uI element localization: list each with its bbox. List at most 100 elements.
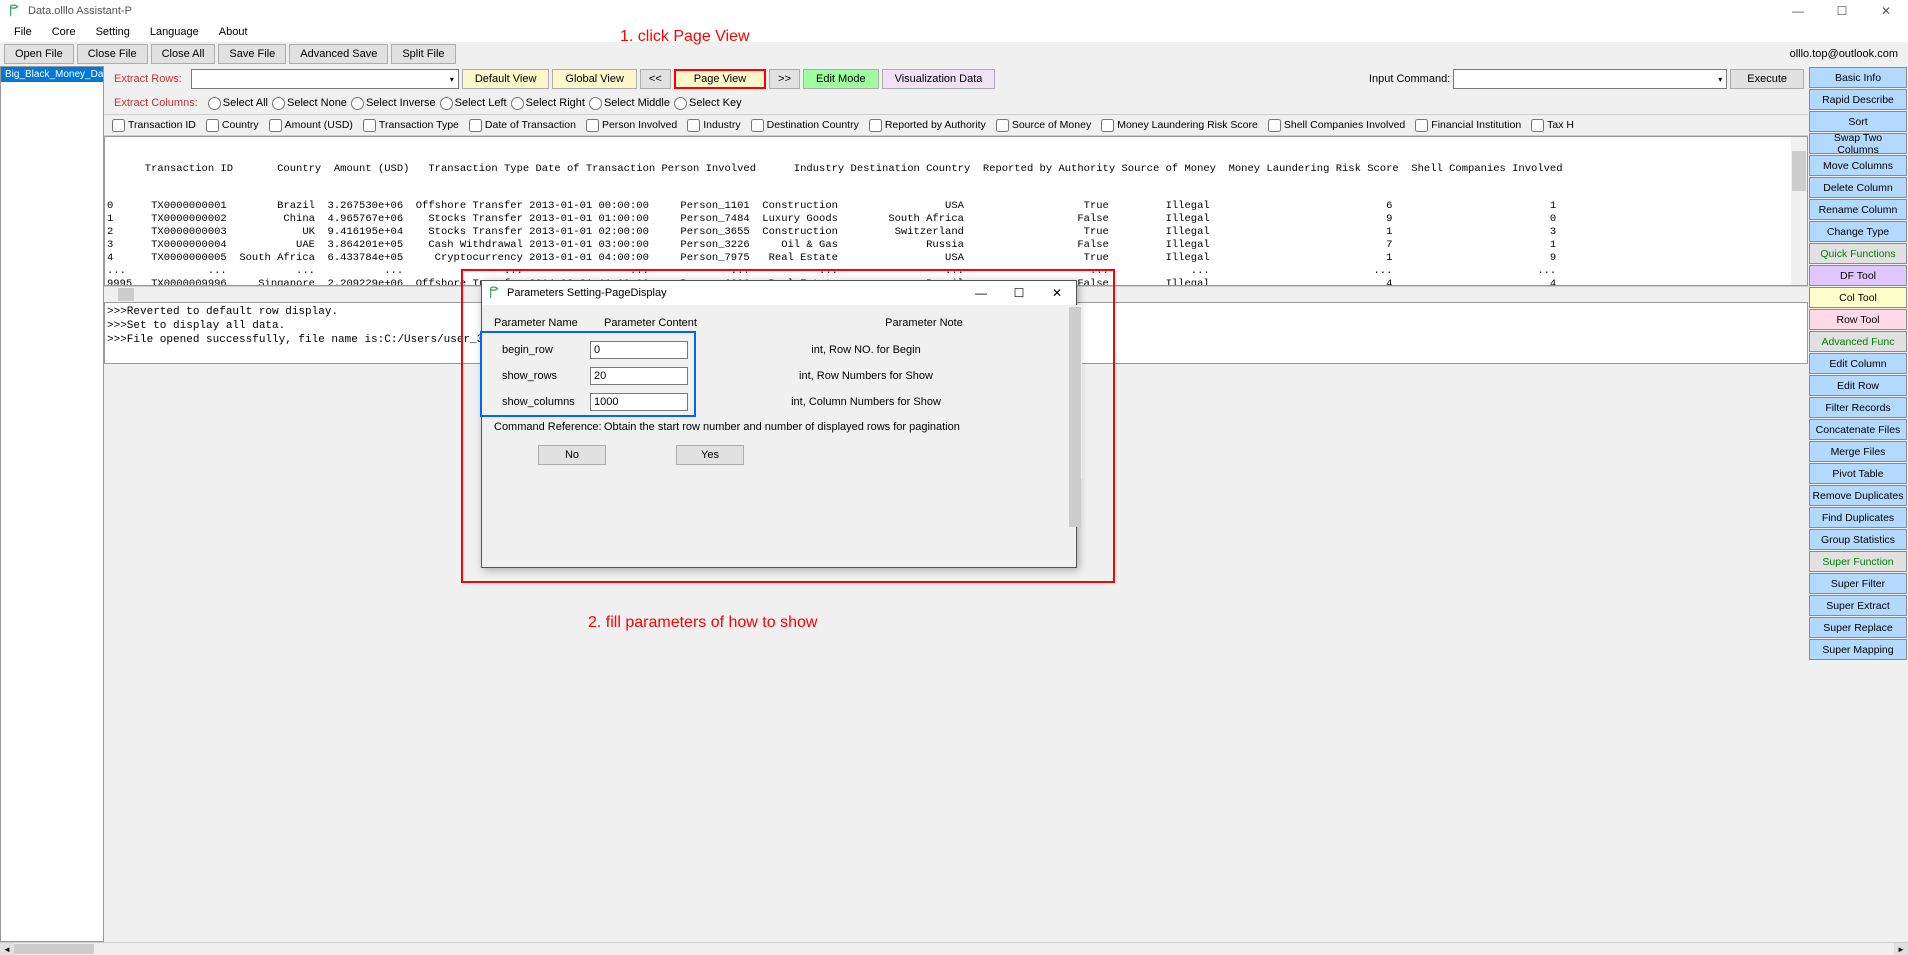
file-list-item[interactable]: Big_Black_Money_Data xyxy=(1,67,103,82)
radio-select-left[interactable]: Select Left xyxy=(440,97,507,110)
right-panel-button[interactable]: Advanced Func xyxy=(1809,331,1907,352)
open-file-button[interactable]: Open File xyxy=(4,44,74,64)
right-panel-button[interactable]: Pivot Table xyxy=(1809,463,1907,484)
save-file-button[interactable]: Save File xyxy=(218,44,286,64)
extract-columns-label[interactable]: Extract Columns: xyxy=(108,97,204,109)
dialog-maximize-button[interactable]: ☐ xyxy=(1000,281,1038,305)
dialog-no-button[interactable]: No xyxy=(538,445,606,465)
radio-select-middle[interactable]: Select Middle xyxy=(589,97,670,110)
column-checkbox[interactable]: Money Laundering Risk Score xyxy=(1097,119,1262,132)
column-checkbox[interactable]: Amount (USD) xyxy=(265,119,357,132)
scroll-right-arrow-icon[interactable]: ► xyxy=(1894,943,1908,955)
right-panel-button[interactable]: Remove Duplicates xyxy=(1809,485,1907,506)
right-panel-button[interactable]: Rename Column xyxy=(1809,199,1907,220)
radio-select-all[interactable]: Select All xyxy=(208,97,268,110)
window-horizontal-scrollbar[interactable]: ◄ ► xyxy=(0,942,1908,954)
right-panel-button[interactable]: Move Columns xyxy=(1809,155,1907,176)
close-all-button[interactable]: Close All xyxy=(151,44,216,64)
column-checkbox[interactable]: Transaction ID xyxy=(108,119,200,132)
right-panel-button[interactable]: Basic Info xyxy=(1809,67,1907,88)
column-checkbox[interactable]: Shell Companies Involved xyxy=(1264,119,1409,132)
right-panel-button[interactable]: Group Statistics xyxy=(1809,529,1907,550)
close-button[interactable]: ✕ xyxy=(1864,0,1908,22)
right-panel-button[interactable]: Super Mapping xyxy=(1809,639,1907,660)
param-label: show_rows xyxy=(494,370,590,382)
minimize-button[interactable]: — xyxy=(1776,0,1820,22)
close-file-button[interactable]: Close File xyxy=(77,44,148,64)
extract-rows-combo[interactable]: ▾ xyxy=(191,69,459,89)
default-view-button[interactable]: Default View xyxy=(462,69,550,89)
right-panel-button[interactable]: Delete Column xyxy=(1809,177,1907,198)
column-checkbox[interactable]: Country xyxy=(202,119,263,132)
param-input[interactable] xyxy=(590,341,688,359)
menubar: File Core Setting Language About xyxy=(0,22,1908,42)
menu-core[interactable]: Core xyxy=(44,24,84,40)
visualization-data-button[interactable]: Visualization Data xyxy=(882,69,996,89)
next-page-button[interactable]: >> xyxy=(769,69,800,89)
command-input[interactable]: ▾ xyxy=(1453,69,1727,89)
param-input[interactable] xyxy=(590,393,688,411)
right-panel-button[interactable]: DF Tool xyxy=(1809,265,1907,286)
radio-select-inverse[interactable]: Select Inverse xyxy=(351,97,436,110)
right-panel-button[interactable]: Col Tool xyxy=(1809,287,1907,308)
right-panel-button[interactable]: Super Function xyxy=(1809,551,1907,572)
dialog-minimize-button[interactable]: — xyxy=(962,281,1000,305)
right-panel-button[interactable]: Edit Column xyxy=(1809,353,1907,374)
menu-language[interactable]: Language xyxy=(142,24,207,40)
table-row: 4 TX0000000005 South Africa 6.433784e+05… xyxy=(107,252,1805,265)
vertical-scrollbar[interactable] xyxy=(1791,137,1807,285)
right-panel-button[interactable]: Merge Files xyxy=(1809,441,1907,462)
right-panel-button[interactable]: Row Tool xyxy=(1809,309,1907,330)
column-checkbox[interactable]: Industry xyxy=(683,119,744,132)
file-list-panel: Big_Black_Money_Data xyxy=(0,66,104,942)
right-panel-button[interactable]: Rapid Describe xyxy=(1809,89,1907,110)
right-panel-button[interactable]: Edit Row xyxy=(1809,375,1907,396)
input-command-label: Input Command: xyxy=(1369,73,1450,85)
dialog-scrollbar[interactable] xyxy=(1068,305,1082,479)
param-input[interactable] xyxy=(590,367,688,385)
menu-file[interactable]: File xyxy=(6,24,40,40)
dialog-close-button[interactable]: ✕ xyxy=(1038,281,1076,305)
radio-select-none[interactable]: Select None xyxy=(272,97,347,110)
right-function-panel: Basic InfoRapid DescribeSortSwap Two Col… xyxy=(1808,66,1908,942)
right-panel-button[interactable]: Super Filter xyxy=(1809,573,1907,594)
column-checkbox[interactable]: Date of Transaction xyxy=(465,119,580,132)
right-panel-button[interactable]: Swap Two Columns xyxy=(1809,133,1907,154)
right-panel-button[interactable]: Change Type xyxy=(1809,221,1907,242)
dialog-yes-button[interactable]: Yes xyxy=(676,445,744,465)
column-checkbox[interactable]: Financial Institution xyxy=(1411,119,1525,132)
param-note: int, Row NO. for Begin xyxy=(688,344,1064,356)
data-grid[interactable]: Transaction ID Country Amount (USD) Tran… xyxy=(104,136,1808,286)
edit-mode-button[interactable]: Edit Mode xyxy=(803,69,879,89)
param-row: begin_rowint, Row NO. for Begin xyxy=(494,337,1064,363)
menu-about[interactable]: About xyxy=(211,24,256,40)
column-checkbox[interactable]: Person Involved xyxy=(582,119,681,132)
column-checkbox[interactable]: Tax H xyxy=(1527,119,1578,132)
column-checkbox[interactable]: Reported by Authority xyxy=(865,119,990,132)
column-checkbox[interactable]: Source of Money xyxy=(992,119,1095,132)
right-panel-button[interactable]: Filter Records xyxy=(1809,397,1907,418)
right-panel-button[interactable]: Sort xyxy=(1809,111,1907,132)
column-checkbox[interactable]: Transaction Type xyxy=(359,119,463,132)
extract-rows-label[interactable]: Extract Rows: xyxy=(108,73,188,85)
column-checkbox[interactable]: Destination Country xyxy=(747,119,863,132)
advanced-save-button[interactable]: Advanced Save xyxy=(289,44,388,64)
split-file-button[interactable]: Split File xyxy=(391,44,455,64)
data-header-row: Transaction ID Country Amount (USD) Tran… xyxy=(107,163,1805,176)
right-panel-button[interactable]: Quick Functions xyxy=(1809,243,1907,264)
global-view-button[interactable]: Global View xyxy=(552,69,637,89)
right-panel-button[interactable]: Concatenate Files xyxy=(1809,419,1907,440)
right-panel-button[interactable]: Super Extract xyxy=(1809,595,1907,616)
dialog-titlebar: Parameters Setting-PageDisplay — ☐ ✕ xyxy=(482,281,1076,305)
radio-select-right[interactable]: Select Right xyxy=(511,97,585,110)
radio-select-key[interactable]: Select Key xyxy=(674,97,742,110)
scroll-left-arrow-icon[interactable]: ◄ xyxy=(0,943,14,955)
maximize-button[interactable]: ☐ xyxy=(1820,0,1864,22)
prev-page-button[interactable]: << xyxy=(640,69,671,89)
menu-setting[interactable]: Setting xyxy=(88,24,138,40)
page-view-button[interactable]: Page View xyxy=(674,69,766,89)
right-panel-button[interactable]: Find Duplicates xyxy=(1809,507,1907,528)
execute-button[interactable]: Execute xyxy=(1730,69,1804,89)
right-panel-button[interactable]: Super Replace xyxy=(1809,617,1907,638)
toolbar: Open File Close File Close All Save File… xyxy=(0,42,1908,66)
